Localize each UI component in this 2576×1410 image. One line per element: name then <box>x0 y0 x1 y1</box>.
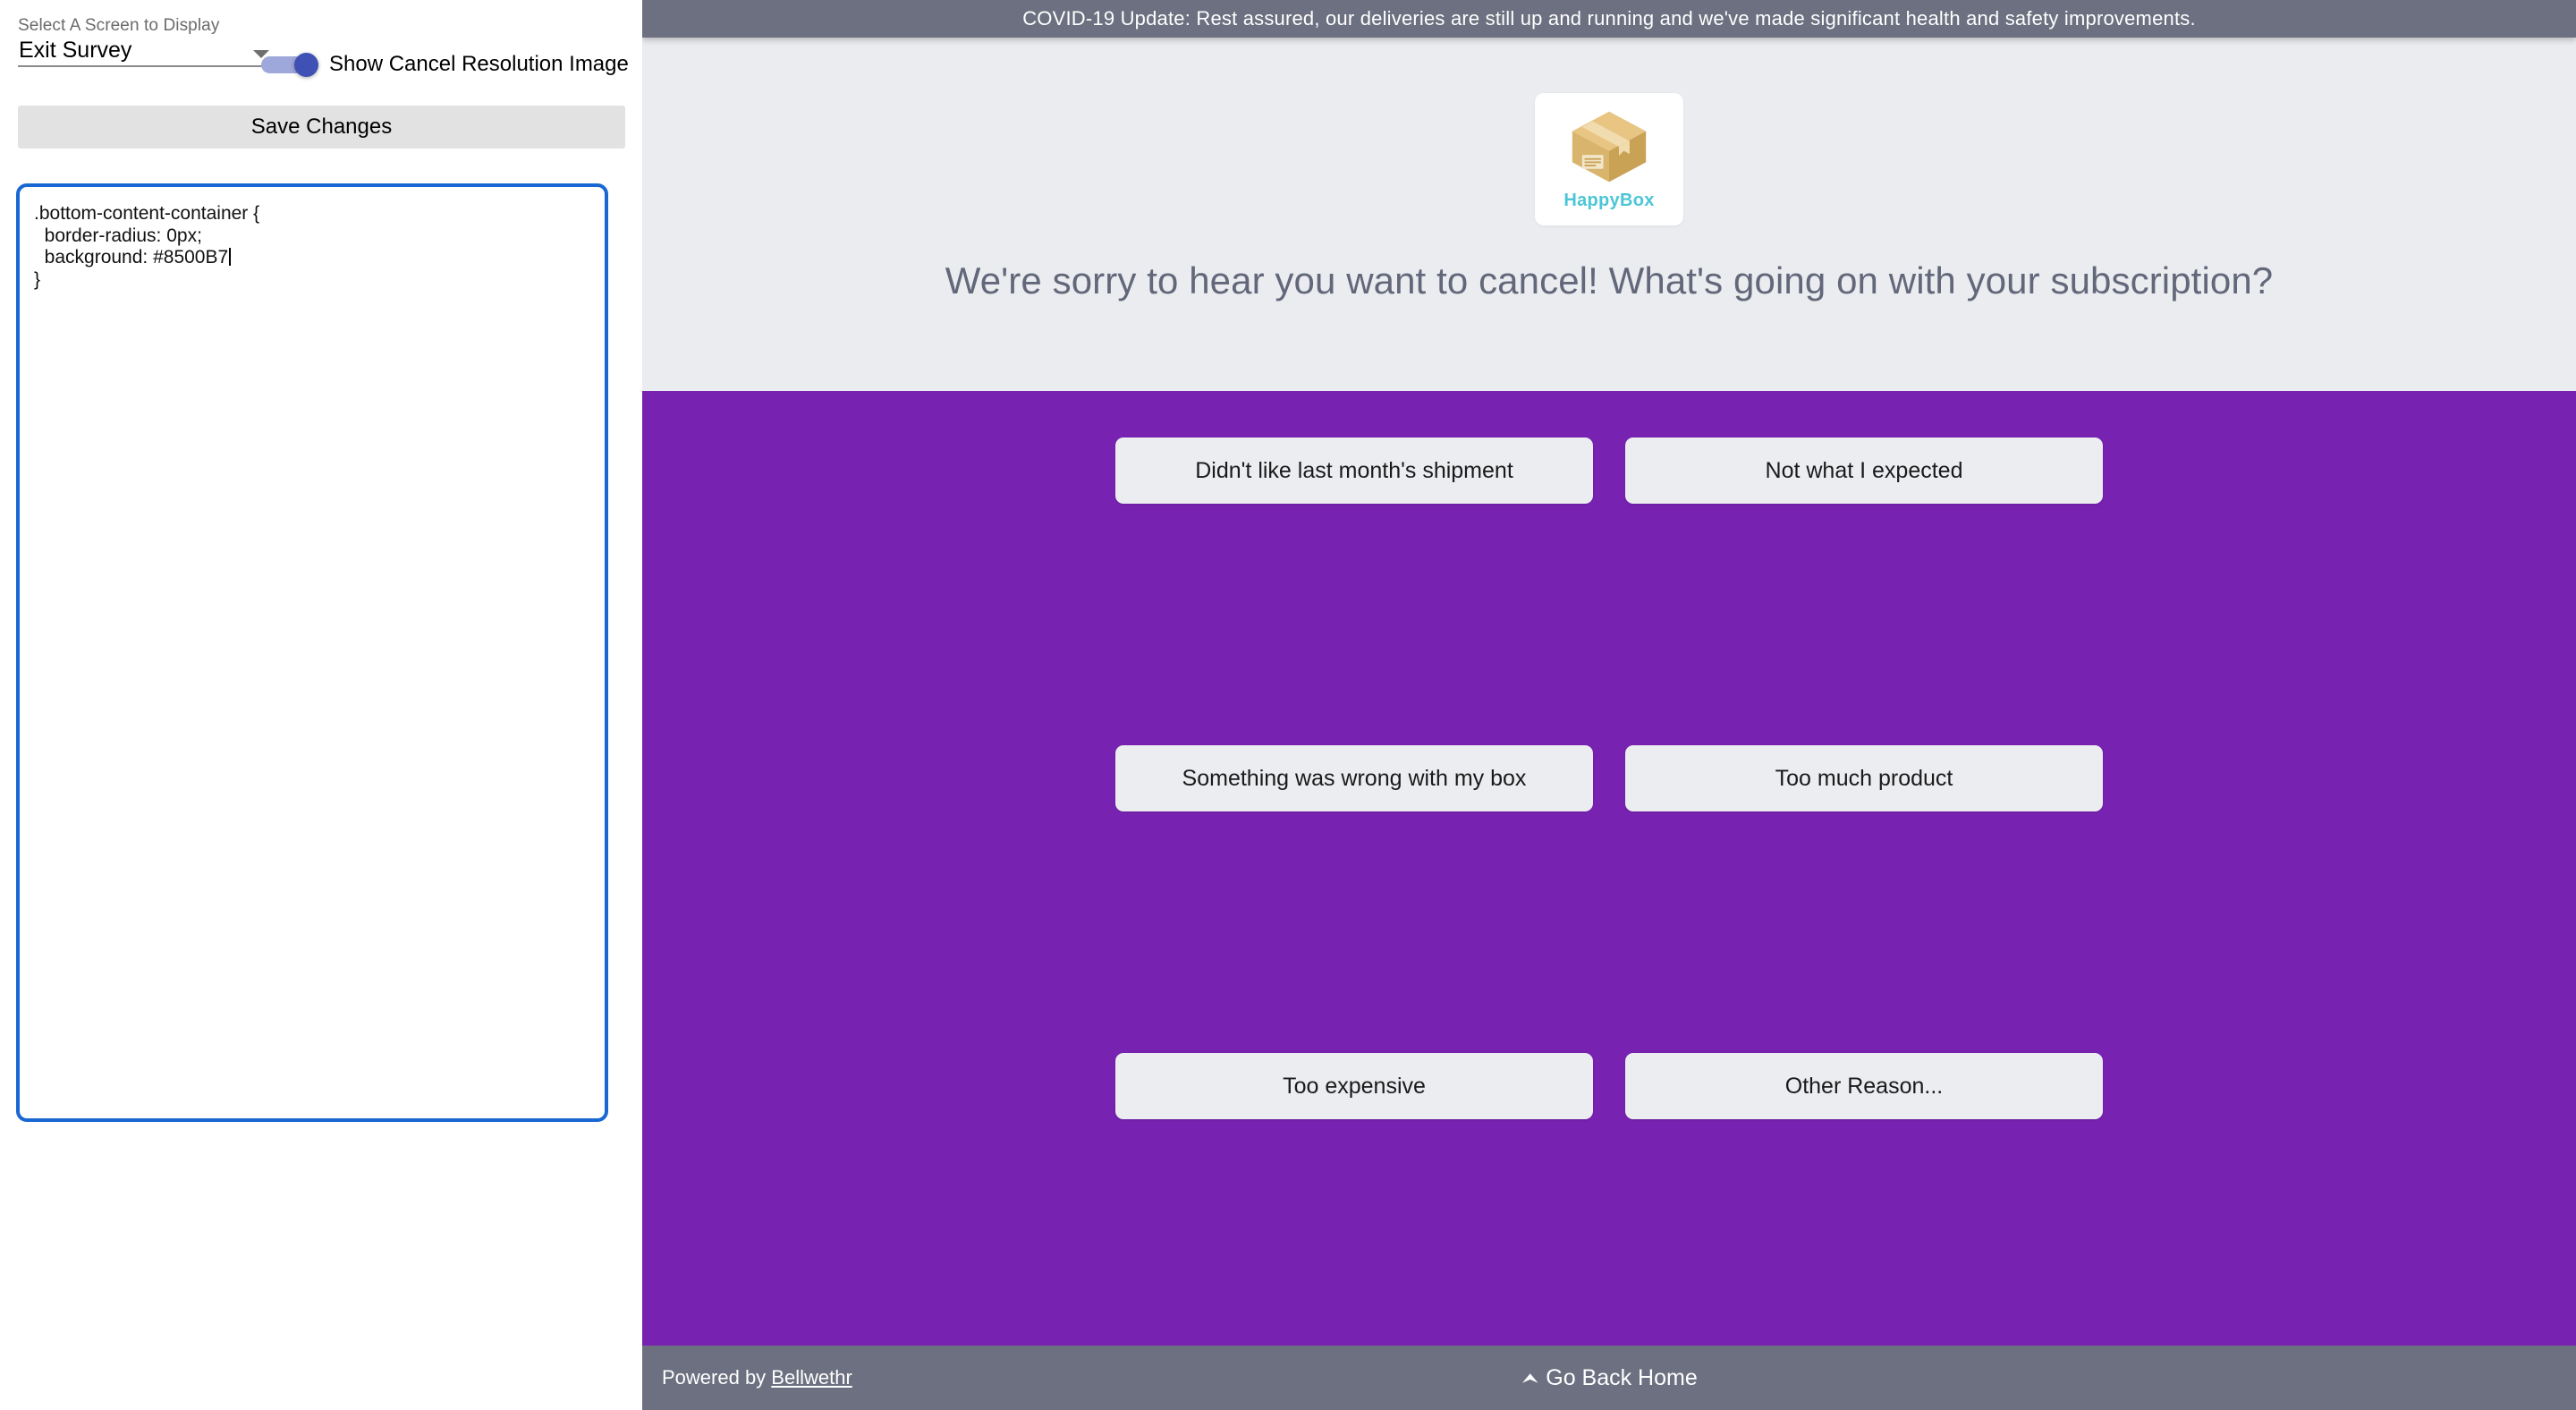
code-line-1: .bottom-content-container { <box>34 203 260 224</box>
screen-select-value: Exit Survey <box>19 38 132 63</box>
cardboard-box-icon <box>1572 111 1647 182</box>
powered-by-prefix: Powered by <box>662 1366 772 1389</box>
covid-banner-text: COVID-19 Update: Rest assured, our deliv… <box>1022 7 2196 30</box>
survey-option-too-expensive[interactable]: Too expensive <box>1115 1053 1593 1119</box>
code-line-2: border-radius: 0px; <box>34 225 202 246</box>
code-line-3: background: #8500B7 <box>34 247 229 268</box>
survey-headline: We're sorry to hear you want to cancel! … <box>945 259 2274 302</box>
editor-panel: Select A Screen to Display Exit Survey S… <box>0 0 642 1410</box>
cancel-resolution-image-toggle-row[interactable]: Show Cancel Resolution Image <box>261 49 629 80</box>
text-cursor <box>229 248 232 267</box>
save-changes-button[interactable]: Save Changes <box>18 106 625 149</box>
bottom-content-container: Didn't like last month's shipment Not wh… <box>642 391 2576 1346</box>
happybox-logo-card: HappyBox <box>1535 93 1683 225</box>
powered-by: Powered by Bellwethr <box>662 1366 852 1389</box>
go-back-home-label: Go Back Home <box>1546 1364 1698 1390</box>
toggle-label: Show Cancel Resolution Image <box>329 52 629 76</box>
survey-option-something-wrong-with-box[interactable]: Something was wrong with my box <box>1115 745 1593 811</box>
preview-pane: COVID-19 Update: Rest assured, our deliv… <box>642 0 2576 1410</box>
preview-top-section: HappyBox We're sorry to hear you want to… <box>642 38 2576 391</box>
code-line-3-wrap: background: #8500B7 <box>34 247 590 269</box>
survey-option-other-reason[interactable]: Other Reason... <box>1625 1053 2103 1119</box>
chevron-up-icon <box>1521 1372 1538 1383</box>
survey-option-not-what-i-expected[interactable]: Not what I expected <box>1625 437 2103 504</box>
bellwethr-link[interactable]: Bellwethr <box>771 1366 852 1389</box>
toggle-knob <box>294 53 318 77</box>
survey-options-grid: Didn't like last month's shipment Not wh… <box>1115 437 2103 1346</box>
go-back-home-button[interactable]: Go Back Home <box>1521 1365 1698 1391</box>
preview-footer: Powered by Bellwethr Go Back Home <box>642 1346 2576 1410</box>
show-cancel-resolution-image-toggle[interactable] <box>261 53 318 77</box>
happybox-logo-text: HappyBox <box>1563 190 1655 210</box>
survey-option-didnt-like-shipment[interactable]: Didn't like last month's shipment <box>1115 437 1593 504</box>
survey-option-too-much-product[interactable]: Too much product <box>1625 745 2103 811</box>
screen-select-label: Select A Screen to Display <box>18 16 220 35</box>
screen-select[interactable]: Exit Survey <box>18 34 271 67</box>
css-code-editor[interactable]: .bottom-content-container { border-radiu… <box>16 183 608 1122</box>
covid-banner: COVID-19 Update: Rest assured, our deliv… <box>642 0 2576 38</box>
app-root: Select A Screen to Display Exit Survey S… <box>0 0 2576 1410</box>
code-line-4: } <box>34 268 41 290</box>
